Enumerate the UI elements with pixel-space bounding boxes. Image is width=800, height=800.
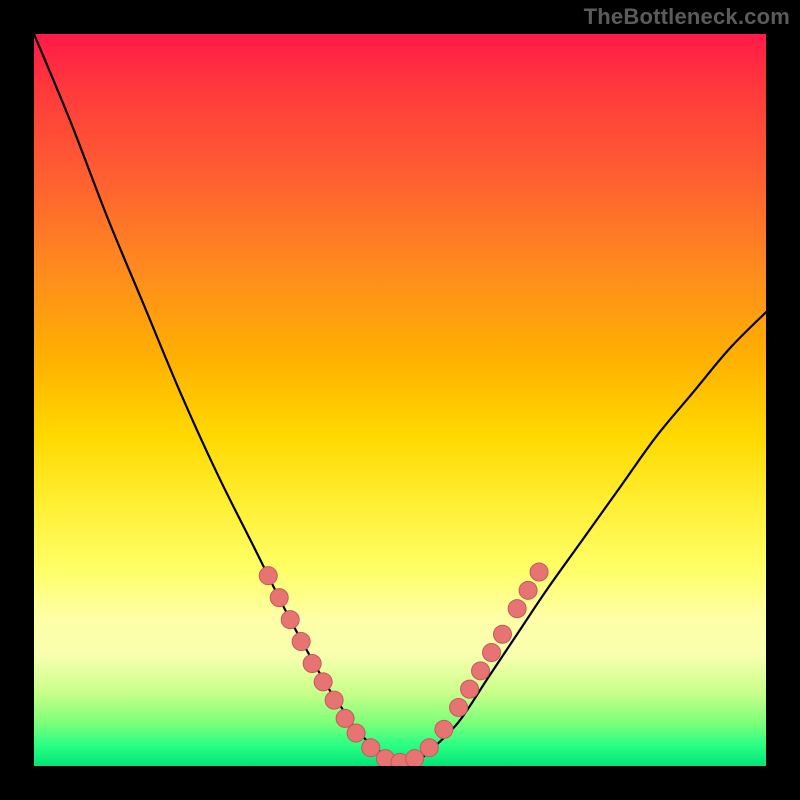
curve-dot: [508, 600, 526, 618]
curve-dot: [303, 655, 321, 673]
curve-dot: [259, 567, 277, 585]
chart-frame: TheBottleneck.com: [0, 0, 800, 800]
curve-dot: [450, 698, 468, 716]
chart-svg: [34, 34, 766, 766]
curve-dot: [281, 611, 299, 629]
curve-dot: [336, 709, 354, 727]
curve-dot: [292, 633, 310, 651]
plot-area: [34, 34, 766, 766]
curve-dots: [259, 563, 548, 766]
curve-dot: [314, 673, 332, 691]
curve-dot: [270, 589, 288, 607]
curve-dot: [530, 563, 548, 581]
bottleneck-curve: [34, 34, 766, 763]
curve-dot: [472, 662, 490, 680]
curve-dot: [347, 724, 365, 742]
curve-dot: [519, 581, 537, 599]
curve-dot: [435, 720, 453, 738]
curve-dot: [325, 691, 343, 709]
curve-dot: [362, 739, 380, 757]
watermark-text: TheBottleneck.com: [584, 4, 790, 30]
curve-dot: [493, 625, 511, 643]
curve-dot: [483, 644, 501, 662]
curve-dot: [461, 680, 479, 698]
curve-dot: [420, 739, 438, 757]
